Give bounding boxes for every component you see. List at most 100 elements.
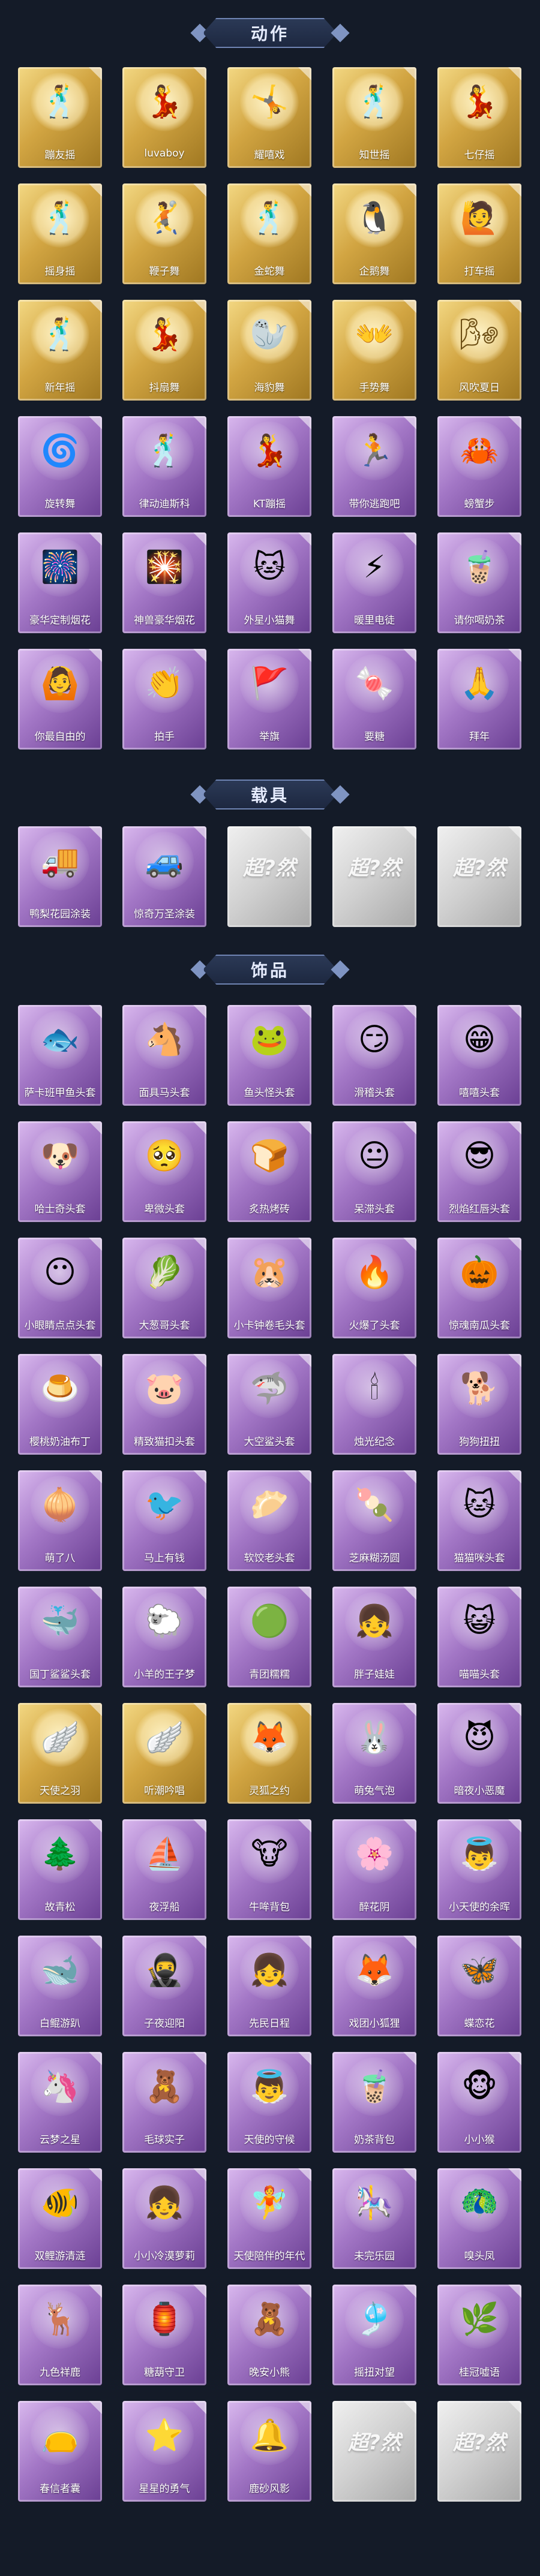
item-tile[interactable]: 🐱 外星小猫舞 bbox=[227, 532, 311, 633]
item-tile[interactable]: 🦈 大空鲨头套 bbox=[227, 1354, 311, 1455]
item-tile[interactable]: 🧅 萌了八 bbox=[18, 1470, 102, 1571]
item-tile[interactable]: 🍞 炙热烤砖 bbox=[227, 1121, 311, 1222]
item-tile[interactable]: 🎆 豪华定制烟花 bbox=[18, 532, 102, 633]
item-tile[interactable]: 🕺 知世摇 bbox=[332, 67, 416, 168]
item-tile[interactable]: 🐕 狗狗扭扭 bbox=[437, 1354, 521, 1455]
item-tile[interactable]: 🌸 醉花阴 bbox=[332, 1819, 416, 1920]
item-tile[interactable]: 🐋 白鲲游趴 bbox=[18, 1936, 102, 2036]
item-tile[interactable]: 超?然 bbox=[332, 826, 416, 927]
item-tile[interactable]: ⭐ 星星的勇气 bbox=[122, 2401, 206, 2502]
item-tile[interactable]: 💃 KT蹦摇 bbox=[227, 416, 311, 517]
item-tile[interactable]: 🦭 海豹舞 bbox=[227, 300, 311, 401]
item-tile[interactable]: 🐠 双鲤游清涟 bbox=[18, 2168, 102, 2269]
item-tile[interactable]: 超?然 bbox=[332, 2401, 416, 2502]
item-tile[interactable]: 😶 小眼睛点点头套 bbox=[18, 1238, 102, 1338]
item-tile[interactable]: 超?然 bbox=[437, 2401, 521, 2502]
item-tile[interactable]: 🏃 带你逃跑吧 bbox=[332, 416, 416, 517]
item-tile[interactable]: 🕺 金蛇舞 bbox=[227, 183, 311, 284]
item-tile[interactable]: 🏮 糖葫守卫 bbox=[122, 2285, 206, 2385]
item-tile[interactable]: 🎇 神兽豪华烟花 bbox=[122, 532, 206, 633]
item-tile[interactable]: 🤾 鞭子舞 bbox=[122, 183, 206, 284]
item-tile[interactable]: 🦄 云梦之星 bbox=[18, 2052, 102, 2153]
item-tile[interactable]: 🐵 小小猴 bbox=[437, 2052, 521, 2153]
item-tile[interactable]: 🍬 要糖 bbox=[332, 649, 416, 750]
item-tile[interactable]: 🥬 大葱哥头套 bbox=[122, 1238, 206, 1338]
item-tile[interactable]: 🔔 鹿砂风影 bbox=[227, 2401, 311, 2502]
item-tile[interactable]: 🧸 晚安小熊 bbox=[227, 2285, 311, 2385]
item-tile[interactable]: 🐳 国丁鲨鲨头套 bbox=[18, 1587, 102, 1687]
item-tile[interactable]: ⛵ 夜浮船 bbox=[122, 1819, 206, 1920]
item-tile[interactable]: 🔥 火爆了头套 bbox=[332, 1238, 416, 1338]
item-tile[interactable]: 🦚 嗅头凤 bbox=[437, 2168, 521, 2269]
item-tile[interactable]: 🧋 请你喝奶茶 bbox=[437, 532, 521, 633]
item-tile[interactable]: 😈 暗夜小恶魔 bbox=[437, 1703, 521, 1804]
item-tile[interactable]: 👏 拍手 bbox=[122, 649, 206, 750]
item-tile[interactable]: 💃 luvaboy bbox=[122, 67, 206, 168]
item-tile[interactable]: 🙆 你最自由的 bbox=[18, 649, 102, 750]
item-tile[interactable]: 👼 天使的守候 bbox=[227, 2052, 311, 2153]
item-tile[interactable]: 👧 小小冷漠萝莉 bbox=[122, 2168, 206, 2269]
item-tile[interactable]: 🐰 萌兔气泡 bbox=[332, 1703, 416, 1804]
item-tile[interactable]: 超?然 bbox=[437, 826, 521, 927]
item-tile[interactable]: 🎐 摇扭对望 bbox=[332, 2285, 416, 2385]
item-tile[interactable]: 🌿 桂冠嘘语 bbox=[437, 2285, 521, 2385]
item-tile[interactable]: 🐟 萨卡班甲鱼头套 bbox=[18, 1005, 102, 1106]
item-tile[interactable]: 🚚 鸭梨花园涂装 bbox=[18, 826, 102, 927]
item-tile[interactable]: 😎 烈焰红唇头套 bbox=[437, 1121, 521, 1222]
item-tile[interactable]: 🦊 戏团小狐狸 bbox=[332, 1936, 416, 2036]
item-tile[interactable]: 💃 七仔摇 bbox=[437, 67, 521, 168]
item-tile[interactable]: 🎃 惊魂南瓜头套 bbox=[437, 1238, 521, 1338]
item-tile[interactable]: 🦊 灵狐之约 bbox=[227, 1703, 311, 1804]
item-tile[interactable]: 🕯 烛光纪念 bbox=[332, 1354, 416, 1455]
item-tile[interactable]: 🐱 猫猫咪头套 bbox=[437, 1470, 521, 1571]
item-tile[interactable]: 🐷 精致猫扣头套 bbox=[122, 1354, 206, 1455]
item-tile[interactable]: 🕺 摇身摇 bbox=[18, 183, 102, 284]
item-tile[interactable]: 🍡 芝麻糊汤圆 bbox=[332, 1470, 416, 1571]
item-tile[interactable]: 🐸 鱼头怪头套 bbox=[227, 1005, 311, 1106]
item-tile[interactable]: 🦋 蝶恋花 bbox=[437, 1936, 521, 2036]
item-tile[interactable]: 🧚 天使陪伴的年代 bbox=[227, 2168, 311, 2269]
item-tile[interactable]: 🚙 惊奇万圣涂装 bbox=[122, 826, 206, 927]
item-tile[interactable]: 🌬 风吹夏日 bbox=[437, 300, 521, 401]
item-tile[interactable]: 🥺 卑微头套 bbox=[122, 1121, 206, 1222]
item-tile[interactable]: 👝 春信者囊 bbox=[18, 2401, 102, 2502]
item-tile[interactable]: 👼 小天使的余晖 bbox=[437, 1819, 521, 1920]
item-tile[interactable]: 😏 滑稽头套 bbox=[332, 1005, 416, 1106]
item-tile[interactable]: 🌲 故青松 bbox=[18, 1819, 102, 1920]
item-tile[interactable]: 🤸 耀嘻戏 bbox=[227, 67, 311, 168]
item-tile[interactable]: 🪽 天使之羽 bbox=[18, 1703, 102, 1804]
item-tile[interactable]: 🍮 樱桃奶油布丁 bbox=[18, 1354, 102, 1455]
item-tile[interactable]: 👐 手势舞 bbox=[332, 300, 416, 401]
item-tile[interactable]: 🦌 九色祥鹿 bbox=[18, 2285, 102, 2385]
item-tile[interactable]: 🐶 哈士奇头套 bbox=[18, 1121, 102, 1222]
item-tile[interactable]: ⚡ 暖里电徒 bbox=[332, 532, 416, 633]
item-tile[interactable]: 🙏 拜年 bbox=[437, 649, 521, 750]
item-tile[interactable]: 🥷 子夜迎阳 bbox=[122, 1936, 206, 2036]
item-tile[interactable]: 👧 先民日程 bbox=[227, 1936, 311, 2036]
item-tile[interactable]: 🕺 新年摇 bbox=[18, 300, 102, 401]
item-tile[interactable]: 🟢 青团糯糯 bbox=[227, 1587, 311, 1687]
item-tile[interactable]: 🐮 牛哞背包 bbox=[227, 1819, 311, 1920]
item-tile[interactable]: 🙋 打车摇 bbox=[437, 183, 521, 284]
item-tile[interactable]: 😐 呆滞头套 bbox=[332, 1121, 416, 1222]
item-tile[interactable]: 🧋 奶茶背包 bbox=[332, 2052, 416, 2153]
item-tile[interactable]: 超?然 bbox=[227, 826, 311, 927]
item-tile[interactable]: 🚩 举旗 bbox=[227, 649, 311, 750]
item-tile[interactable]: 😺 喵喵头套 bbox=[437, 1587, 521, 1687]
item-tile[interactable]: 🌀 旋转舞 bbox=[18, 416, 102, 517]
item-tile[interactable]: 🕺 蹦友摇 bbox=[18, 67, 102, 168]
item-tile[interactable]: 🐴 面具马头套 bbox=[122, 1005, 206, 1106]
item-tile[interactable]: 😁 嘻嘻头套 bbox=[437, 1005, 521, 1106]
item-tile[interactable]: 🧸 毛球实子 bbox=[122, 2052, 206, 2153]
item-tile[interactable]: 💃 抖扇舞 bbox=[122, 300, 206, 401]
item-tile[interactable]: 👧 胖子娃娃 bbox=[332, 1587, 416, 1687]
item-tile[interactable]: 🐧 企鹅舞 bbox=[332, 183, 416, 284]
item-tile[interactable]: 🐑 小羊的王子梦 bbox=[122, 1587, 206, 1687]
item-tile[interactable]: 🐦 马上有钱 bbox=[122, 1470, 206, 1571]
item-tile[interactable]: 🕺 律动迪斯科 bbox=[122, 416, 206, 517]
item-tile[interactable]: 🐹 小卡钟卷毛头套 bbox=[227, 1238, 311, 1338]
item-tile[interactable]: 🎠 未完乐园 bbox=[332, 2168, 416, 2269]
item-tile[interactable]: 🦀 螃蟹步 bbox=[437, 416, 521, 517]
item-tile[interactable]: 🪽 听潮吟唱 bbox=[122, 1703, 206, 1804]
item-tile[interactable]: 🥟 软饺老头套 bbox=[227, 1470, 311, 1571]
